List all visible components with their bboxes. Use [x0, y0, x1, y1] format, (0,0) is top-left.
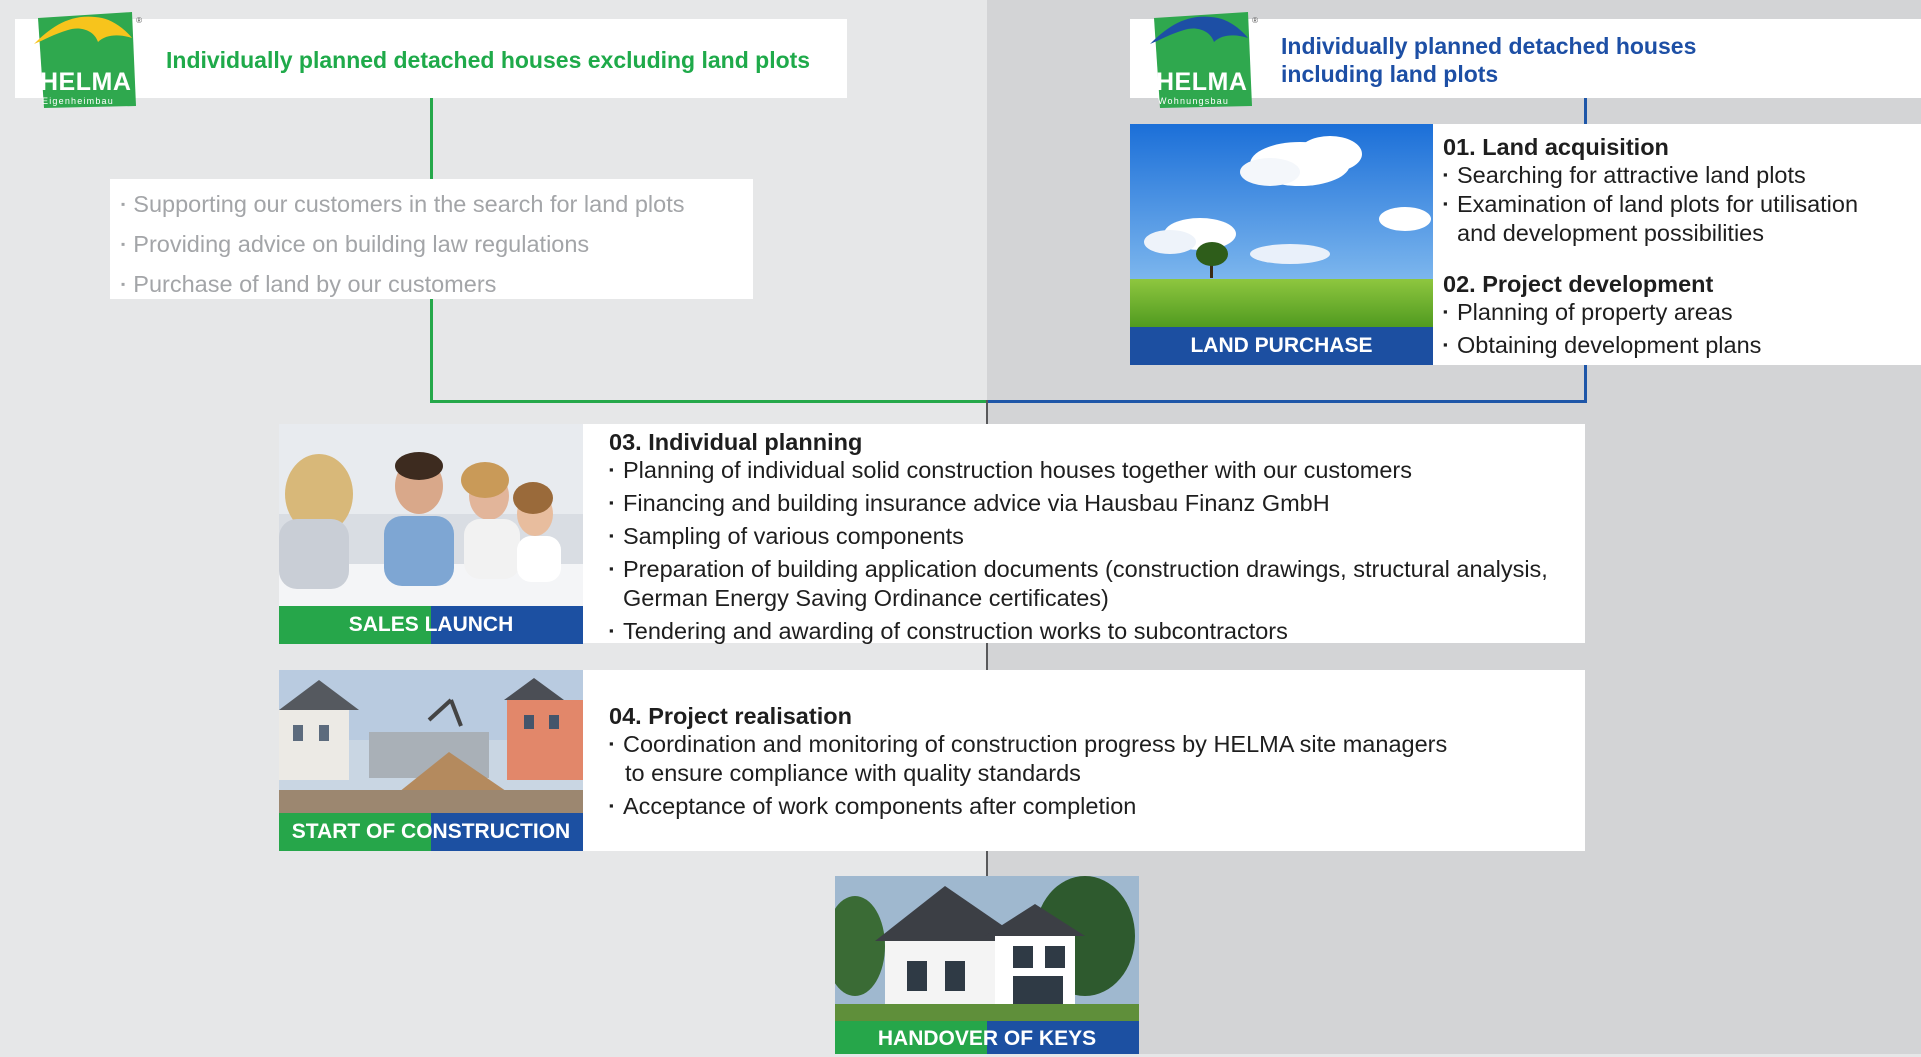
land-purchase-photo: [1130, 124, 1433, 328]
project-development-title: 02. Project development: [1443, 271, 1714, 297]
list-item-continued: and development possibilities: [1457, 220, 1764, 246]
list-item: Obtaining development plans: [1443, 330, 1913, 360]
registered-mark: ®: [1252, 16, 1258, 25]
construction-label: START OF CONSTRUCTION: [279, 813, 583, 851]
land-purchase-label: LAND PURCHASE: [1130, 327, 1433, 365]
list-item-continued: German Energy Saving Ordinance certifica…: [623, 585, 1109, 611]
construction-photo: [279, 670, 583, 813]
list-item: Examination of land plots for utilisatio…: [1443, 189, 1913, 219]
helma-eigenheimbau-logo: HELMA Eigenheimbau ®: [32, 8, 142, 108]
list-item: Tendering and awarding of construction w…: [609, 616, 1584, 646]
left-services-list: Supporting our customers in the search f…: [121, 186, 685, 306]
list-item: Preparation of building application docu…: [609, 554, 1584, 584]
handover-photo: [835, 876, 1139, 1022]
left-service-item: Providing advice on building law regulat…: [121, 226, 685, 266]
left-service-item: Supporting our customers in the search f…: [121, 186, 684, 226]
list-item: Financing and building insurance advice …: [609, 488, 1584, 518]
list-item: Coordination and monitoring of construct…: [609, 729, 1584, 759]
list-item-continued: to ensure compliance with quality standa…: [625, 760, 1081, 786]
connector-right-horizontal: [987, 400, 1587, 403]
project-realisation-text: 04. Project realisation Coordination and…: [609, 702, 1584, 821]
list-item: Sampling of various components: [609, 521, 1584, 551]
sales-launch-label: SALES LAUNCH: [279, 606, 583, 644]
project-realisation-title: 04. Project realisation: [609, 703, 852, 729]
land-acquisition-list: Searching for attractive land plots Exam…: [1443, 160, 1913, 248]
registered-mark: ®: [136, 16, 142, 25]
list-item: Planning of individual solid constructio…: [609, 455, 1584, 485]
left-service-item: Purchase of land by our customers: [121, 266, 685, 306]
right-header-title-line2: including land plots: [1281, 61, 1499, 87]
finished-house-image: [835, 876, 1139, 1022]
individual-planning-title: 03. Individual planning: [609, 429, 863, 455]
connector-left-horizontal: [430, 400, 988, 403]
logo-wordmark: HELMA: [1156, 68, 1248, 96]
project-realisation-list: Coordination and monitoring of construct…: [609, 729, 1584, 821]
list-item: Acceptance of work components after comp…: [609, 791, 1584, 821]
land-purchase-text: 01. Land acquisition Searching for attra…: [1443, 133, 1913, 360]
right-header-title-line1: Individually planned detached houses: [1281, 33, 1697, 59]
individual-planning-text: 03. Individual planning Planning of indi…: [609, 428, 1584, 646]
list-item: Planning of property areas: [1443, 297, 1913, 327]
logo-wordmark: HELMA: [40, 68, 132, 96]
handover-label: HANDOVER OF KEYS: [835, 1021, 1139, 1054]
sales-launch-photo: [279, 424, 583, 607]
left-header-title: Individually planned detached houses exc…: [166, 47, 811, 73]
logo-subtitle: Wohnungsbau: [1158, 96, 1230, 106]
helma-wohnungsbau-logo: HELMA Wohnungsbau ®: [1148, 8, 1258, 108]
land-acquisition-title: 01. Land acquisition: [1443, 134, 1669, 160]
field-landscape-image: [1130, 124, 1433, 328]
construction-site-image: [279, 670, 583, 813]
list-item: Searching for attractive land plots: [1443, 160, 1913, 190]
individual-planning-list: Planning of individual solid constructio…: [609, 455, 1584, 646]
family-consultation-image: [279, 424, 583, 607]
right-header-title: Individually planned detached houses inc…: [1281, 32, 1696, 88]
project-development-list: Planning of property areas Obtaining dev…: [1443, 297, 1913, 360]
logo-subtitle: Eigenheimbau: [42, 96, 114, 106]
